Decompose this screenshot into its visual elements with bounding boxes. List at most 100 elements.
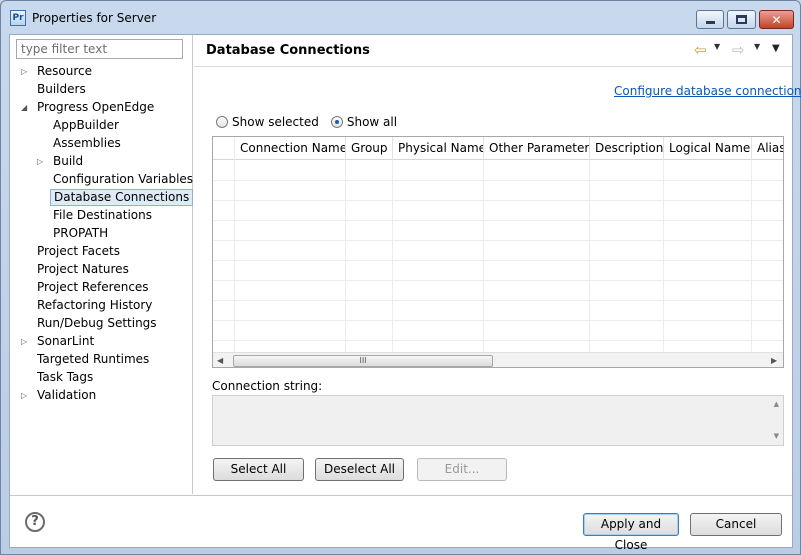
- show-all-label[interactable]: Show all: [347, 115, 397, 129]
- show-all-radio[interactable]: [330, 116, 343, 128]
- tree-item-label: SonarLint: [37, 334, 95, 348]
- column-header[interactable]: Connection Name: [234, 137, 345, 160]
- tree-item-label: Configuration Variables: [53, 172, 194, 186]
- tree-item-label: Validation: [37, 388, 97, 402]
- tree-item[interactable]: AppBuilder: [50, 117, 122, 134]
- deselect-all-button[interactable]: Deselect All: [315, 458, 404, 481]
- tree-item[interactable]: Assemblies: [50, 135, 124, 152]
- grid-divider: [483, 160, 484, 353]
- grid-divider: [213, 280, 783, 281]
- page-title: Database Connections: [206, 43, 370, 58]
- tree-item-label: Assemblies: [53, 136, 121, 150]
- tree-item[interactable]: Database Connections: [50, 189, 194, 206]
- dialog-client-area: ▷ Resource Builders ◢ Progress OpenEdge AppBu…: [9, 34, 801, 552]
- tree-item-label: Task Tags: [37, 370, 94, 384]
- scroll-left-icon[interactable]: ◀: [217, 356, 223, 365]
- tree-item[interactable]: Refactoring History: [34, 297, 155, 314]
- grid-divider: [213, 200, 783, 201]
- grid-divider: [213, 320, 783, 321]
- show-selected-radio[interactable]: [216, 116, 228, 128]
- expanded-twisty-icon[interactable]: ◢: [21, 99, 27, 116]
- tree-item-label: Resource: [37, 64, 93, 78]
- window-title: Properties for Server: [32, 11, 157, 25]
- configure-connections-link[interactable]: Configure database connections: [614, 84, 801, 98]
- forward-dropdown-icon[interactable]: ▼: [754, 42, 760, 51]
- close-icon: ✕: [771, 12, 782, 27]
- back-button[interactable]: ⇦: [694, 41, 707, 59]
- grid-divider: [663, 160, 664, 353]
- tree-item[interactable]: PROPATH: [50, 225, 111, 242]
- tree-item[interactable]: ▷ Build: [37, 153, 86, 170]
- help-icon[interactable]: ?: [25, 512, 45, 532]
- show-selected-label[interactable]: Show selected: [232, 115, 319, 129]
- tree-item[interactable]: Configuration Variables: [50, 171, 196, 188]
- column-header[interactable]: Group: [345, 137, 392, 160]
- grid-divider: [213, 340, 783, 341]
- scroll-right-icon[interactable]: ▶: [771, 356, 777, 365]
- properties-page: Database Connections ⇦ ▼ ⇨ ▼ ▼ Configure…: [194, 35, 801, 494]
- connections-table[interactable]: Connection Name Group Physical Name Other P…: [212, 136, 784, 368]
- column-header[interactable]: Physical Name: [392, 137, 483, 160]
- close-button[interactable]: ✕: [759, 10, 794, 29]
- app-icon: Pr: [10, 10, 26, 26]
- tree-item[interactable]: ◢ Progress OpenEdge: [21, 99, 157, 116]
- forward-button[interactable]: ⇨: [732, 41, 745, 59]
- grid-divider: [213, 180, 783, 181]
- tree-item[interactable]: Project Natures: [34, 261, 132, 278]
- tree-item[interactable]: Project References: [34, 279, 152, 296]
- back-dropdown-icon[interactable]: ▼: [714, 42, 720, 51]
- tree-item[interactable]: ▷ SonarLint: [21, 333, 97, 350]
- tree-item[interactable]: Run/Debug Settings: [34, 315, 160, 332]
- tree-item-label: PROPATH: [53, 226, 109, 240]
- title-bar[interactable]: Pr Properties for Server ✕: [1, 1, 800, 35]
- scroll-down-icon[interactable]: ▼: [774, 432, 779, 440]
- scrollbar-thumb[interactable]: III: [233, 355, 493, 367]
- tree-item-label: Build: [53, 154, 84, 168]
- dialog-footer: ? Apply and Close Cancel: [10, 495, 792, 552]
- connection-string-field[interactable]: ▲ ▼: [212, 395, 784, 446]
- column-header[interactable]: Logical Name: [663, 137, 751, 160]
- minimize-icon: [705, 21, 715, 24]
- tree-item-label: Project Facets: [37, 244, 120, 258]
- column-header[interactable]: Alias: [751, 137, 783, 160]
- forward-arrow-icon: ⇨: [732, 41, 745, 59]
- cancel-button[interactable]: Cancel: [690, 513, 782, 536]
- table-header: Connection Name Group Physical Name Other P…: [213, 137, 783, 160]
- view-menu-icon[interactable]: ▼: [772, 43, 780, 54]
- tree-item[interactable]: Project Facets: [34, 243, 123, 260]
- collapsed-twisty-icon[interactable]: ▷: [21, 387, 27, 404]
- tree-item-label: AppBuilder: [53, 118, 119, 132]
- tree-item-label: Targeted Runtimes: [37, 352, 150, 366]
- collapsed-twisty-icon[interactable]: ▷: [21, 63, 27, 80]
- grid-divider: [392, 160, 393, 353]
- column-header[interactable]: Other Parameters: [483, 137, 589, 160]
- page-header: Database Connections ⇦ ▼ ⇨ ▼ ▼: [194, 35, 792, 67]
- scroll-up-icon[interactable]: ▲: [774, 400, 779, 408]
- properties-window: Pr Properties for Server ✕ ▷ Resource Buil…: [0, 0, 801, 555]
- tree-item-label: Database Connections: [54, 190, 190, 204]
- tree-item[interactable]: Builders: [34, 81, 89, 98]
- tree-item[interactable]: File Destinations: [50, 207, 155, 224]
- apply-and-close-button[interactable]: Apply and Close: [583, 513, 679, 552]
- tree-item-label: Project References: [37, 280, 149, 294]
- edit-button[interactable]: Edit...: [417, 458, 507, 481]
- collapsed-twisty-icon[interactable]: ▷: [21, 333, 27, 350]
- category-panel: ▷ Resource Builders ◢ Progress OpenEdge AppBu…: [10, 35, 196, 494]
- tree-item[interactable]: Task Tags: [34, 369, 96, 386]
- minimize-button[interactable]: [696, 10, 724, 29]
- horizontal-scrollbar[interactable]: ◀ III ▶: [213, 352, 783, 367]
- tree-item[interactable]: ▷ Resource: [21, 63, 95, 80]
- tree-item[interactable]: ▷ Validation: [21, 387, 99, 404]
- column-header[interactable]: Description: [589, 137, 663, 160]
- back-arrow-icon: ⇦: [694, 41, 707, 59]
- connection-string-label: Connection string:: [212, 379, 323, 393]
- tree-item[interactable]: Targeted Runtimes: [34, 351, 152, 368]
- maximize-button[interactable]: [727, 10, 756, 29]
- tree-item-label: Run/Debug Settings: [37, 316, 157, 330]
- grid-divider: [345, 160, 346, 353]
- filter-input[interactable]: [16, 39, 183, 59]
- collapsed-twisty-icon[interactable]: ▷: [37, 153, 43, 170]
- select-all-button[interactable]: Select All: [213, 458, 304, 481]
- grid-divider: [213, 220, 783, 221]
- grid-divider: [589, 160, 590, 353]
